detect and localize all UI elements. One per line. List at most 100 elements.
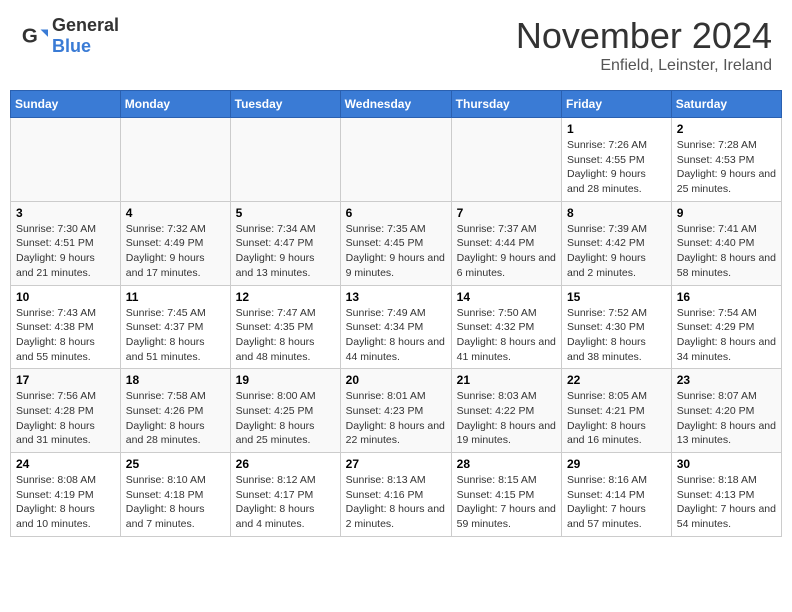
calendar-week-4: 17Sunrise: 7:56 AMSunset: 4:28 PMDayligh…: [11, 369, 782, 453]
month-year-title: November 2024: [516, 15, 772, 57]
day-number: 11: [126, 290, 225, 304]
calendar-day: 13Sunrise: 7:49 AMSunset: 4:34 PMDayligh…: [340, 285, 451, 369]
day-number: 28: [457, 457, 556, 471]
calendar-day: 19 Sunrise: 8:00 AMSunset: 4:25 PMDayligh…: [230, 369, 340, 453]
calendar-day: 6Sunrise: 7:35 AMSunset: 4:45 PMDaylight…: [340, 201, 451, 285]
day-info: Sunrise: 7:50 AMSunset: 4:32 PMDaylight:…: [457, 306, 556, 365]
day-info: Sunrise: 7:32 AMSunset: 4:49 PMDaylight:…: [126, 222, 225, 281]
day-info: Sunrise: 7:34 AMSunset: 4:47 PMDaylight:…: [236, 222, 335, 281]
day-info: Sunrise: 7:41 AMSunset: 4:40 PMDaylight:…: [677, 222, 776, 281]
calendar-day: 25Sunrise: 8:10 AMSunset: 4:18 PMDayligh…: [120, 453, 230, 537]
day-info: Sunrise: 8:12 AMSunset: 4:17 PMDaylight:…: [236, 473, 335, 532]
day-number: 20: [346, 373, 446, 387]
calendar-day: 9 Sunrise: 7:41 AMSunset: 4:40 PMDaylight…: [671, 201, 781, 285]
calendar-day: [230, 118, 340, 202]
day-info: Sunrise: 7:28 AMSunset: 4:53 PMDaylight:…: [677, 138, 776, 197]
day-number: 23: [677, 373, 776, 387]
day-number: 21: [457, 373, 556, 387]
calendar-table: SundayMondayTuesdayWednesdayThursdayFrid…: [10, 90, 782, 537]
calendar-day: 7Sunrise: 7:37 AMSunset: 4:44 PMDaylight…: [451, 201, 561, 285]
day-header-monday: Monday: [120, 91, 230, 118]
day-number: 22: [567, 373, 666, 387]
day-info: Sunrise: 8:16 AMSunset: 4:14 PMDaylight:…: [567, 473, 666, 532]
calendar-day: 16 Sunrise: 7:54 AMSunset: 4:29 PMDayligh…: [671, 285, 781, 369]
day-info: Sunrise: 8:13 AMSunset: 4:16 PMDaylight:…: [346, 473, 446, 532]
calendar-day: 27 Sunrise: 8:13 AMSunset: 4:16 PMDayligh…: [340, 453, 451, 537]
calendar-week-1: 1 Sunrise: 7:26 AMSunset: 4:55 PMDaylight…: [11, 118, 782, 202]
calendar-day: 1 Sunrise: 7:26 AMSunset: 4:55 PMDaylight…: [562, 118, 672, 202]
day-header-wednesday: Wednesday: [340, 91, 451, 118]
day-header-saturday: Saturday: [671, 91, 781, 118]
day-number: 1: [567, 122, 666, 136]
day-info: Sunrise: 8:07 AMSunset: 4:20 PMDaylight:…: [677, 389, 776, 448]
calendar-day: 4 Sunrise: 7:32 AMSunset: 4:49 PMDaylight…: [120, 201, 230, 285]
day-number: 25: [126, 457, 225, 471]
day-info: Sunrise: 8:00 AMSunset: 4:25 PMDaylight:…: [236, 389, 335, 448]
day-number: 27: [346, 457, 446, 471]
day-number: 29: [567, 457, 666, 471]
day-info: Sunrise: 7:43 AMSunset: 4:38 PMDaylight:…: [16, 306, 115, 365]
day-number: 24: [16, 457, 115, 471]
day-info: Sunrise: 8:05 AMSunset: 4:21 PMDaylight:…: [567, 389, 666, 448]
day-number: 17: [16, 373, 115, 387]
day-info: Sunrise: 7:58 AMSunset: 4:26 PMDaylight:…: [126, 389, 225, 448]
day-info: Sunrise: 7:52 AMSunset: 4:30 PMDaylight:…: [567, 306, 666, 365]
calendar-day: 10 Sunrise: 7:43 AMSunset: 4:38 PMDayligh…: [11, 285, 121, 369]
day-info: Sunrise: 7:47 AMSunset: 4:35 PMDaylight:…: [236, 306, 335, 365]
day-info: Sunrise: 8:01 AMSunset: 4:23 PMDaylight:…: [346, 389, 446, 448]
logo-blue: Blue: [52, 36, 91, 56]
calendar-day: 3Sunrise: 7:30 AMSunset: 4:51 PMDaylight…: [11, 201, 121, 285]
day-info: Sunrise: 7:26 AMSunset: 4:55 PMDaylight:…: [567, 138, 666, 197]
day-number: 9: [677, 206, 776, 220]
logo-general: General: [52, 15, 119, 35]
calendar-day: 30 Sunrise: 8:18 AMSunset: 4:13 PMDayligh…: [671, 453, 781, 537]
calendar-day: [340, 118, 451, 202]
day-number: 30: [677, 457, 776, 471]
calendar-day: 23 Sunrise: 8:07 AMSunset: 4:20 PMDayligh…: [671, 369, 781, 453]
day-info: Sunrise: 8:03 AMSunset: 4:22 PMDaylight:…: [457, 389, 556, 448]
day-number: 26: [236, 457, 335, 471]
calendar-day: 26 Sunrise: 8:12 AMSunset: 4:17 PMDayligh…: [230, 453, 340, 537]
calendar-day: 22 Sunrise: 8:05 AMSunset: 4:21 PMDayligh…: [562, 369, 672, 453]
day-info: Sunrise: 8:15 AMSunset: 4:15 PMDaylight:…: [457, 473, 556, 532]
day-info: Sunrise: 7:30 AMSunset: 4:51 PMDaylight:…: [16, 222, 115, 281]
calendar-day: 14 Sunrise: 7:50 AMSunset: 4:32 PMDayligh…: [451, 285, 561, 369]
calendar-day: 11 Sunrise: 7:45 AMSunset: 4:37 PMDayligh…: [120, 285, 230, 369]
calendar-day: 18 Sunrise: 7:58 AMSunset: 4:26 PMDayligh…: [120, 369, 230, 453]
logo: G General Blue: [20, 15, 119, 57]
day-number: 7: [457, 206, 556, 220]
calendar-day: 20 Sunrise: 8:01 AMSunset: 4:23 PMDayligh…: [340, 369, 451, 453]
day-number: 18: [126, 373, 225, 387]
calendar-week-2: 3Sunrise: 7:30 AMSunset: 4:51 PMDaylight…: [11, 201, 782, 285]
day-number: 2: [677, 122, 776, 136]
calendar-day: 5Sunrise: 7:34 AMSunset: 4:47 PMDaylight…: [230, 201, 340, 285]
calendar-day: [120, 118, 230, 202]
calendar-day: 8 Sunrise: 7:39 AMSunset: 4:42 PMDaylight…: [562, 201, 672, 285]
calendar-day: 17Sunrise: 7:56 AMSunset: 4:28 PMDayligh…: [11, 369, 121, 453]
calendar-day: 29 Sunrise: 8:16 AMSunset: 4:14 PMDayligh…: [562, 453, 672, 537]
calendar-day: 28 Sunrise: 8:15 AMSunset: 4:15 PMDayligh…: [451, 453, 561, 537]
calendar-week-3: 10 Sunrise: 7:43 AMSunset: 4:38 PMDayligh…: [11, 285, 782, 369]
day-header-thursday: Thursday: [451, 91, 561, 118]
day-info: Sunrise: 7:54 AMSunset: 4:29 PMDaylight:…: [677, 306, 776, 365]
day-number: 12: [236, 290, 335, 304]
day-header-friday: Friday: [562, 91, 672, 118]
day-info: Sunrise: 8:18 AMSunset: 4:13 PMDaylight:…: [677, 473, 776, 532]
day-header-tuesday: Tuesday: [230, 91, 340, 118]
calendar-day: 12 Sunrise: 7:47 AMSunset: 4:35 PMDayligh…: [230, 285, 340, 369]
day-number: 6: [346, 206, 446, 220]
day-info: Sunrise: 7:39 AMSunset: 4:42 PMDaylight:…: [567, 222, 666, 281]
calendar-day: [11, 118, 121, 202]
day-number: 14: [457, 290, 556, 304]
day-header-sunday: Sunday: [11, 91, 121, 118]
calendar-day: 24 Sunrise: 8:08 AMSunset: 4:19 PMDayligh…: [11, 453, 121, 537]
day-number: 13: [346, 290, 446, 304]
day-info: Sunrise: 7:45 AMSunset: 4:37 PMDaylight:…: [126, 306, 225, 365]
calendar-day: 21 Sunrise: 8:03 AMSunset: 4:22 PMDayligh…: [451, 369, 561, 453]
day-number: 16: [677, 290, 776, 304]
day-number: 8: [567, 206, 666, 220]
day-number: 19: [236, 373, 335, 387]
day-number: 10: [16, 290, 115, 304]
day-number: 4: [126, 206, 225, 220]
day-info: Sunrise: 8:08 AMSunset: 4:19 PMDaylight:…: [16, 473, 115, 532]
